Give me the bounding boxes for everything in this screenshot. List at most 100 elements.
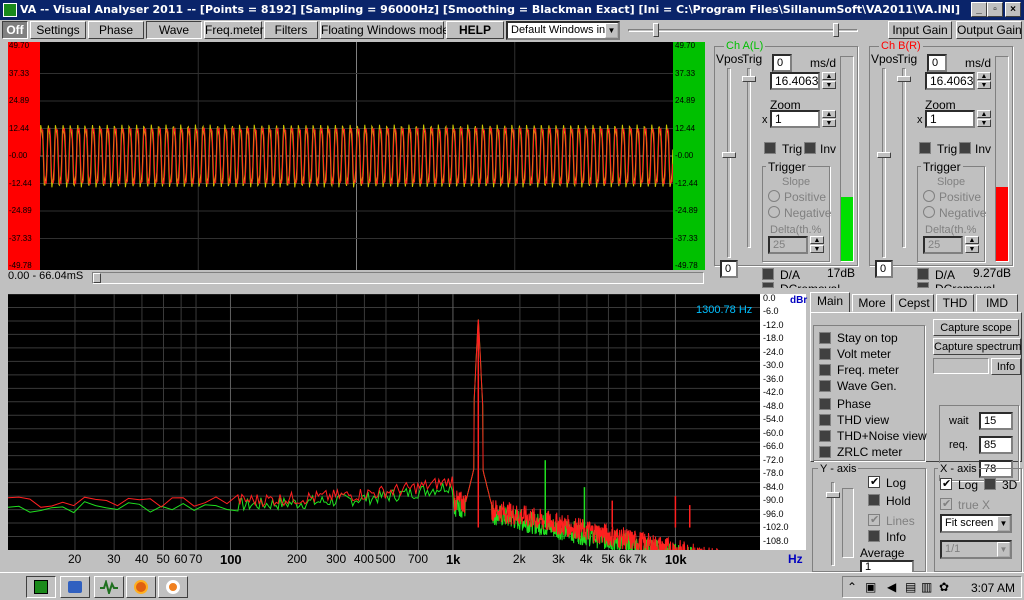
help-button[interactable]: HELP bbox=[446, 21, 504, 39]
3d-checkbox[interactable] bbox=[984, 478, 996, 490]
settings-task-icon[interactable] bbox=[158, 576, 188, 598]
option-checkbox[interactable] bbox=[819, 398, 831, 410]
monitor-icon[interactable]: ▣ bbox=[865, 580, 876, 594]
right-positive-radio[interactable] bbox=[923, 190, 935, 202]
tab-imd[interactable]: IMD bbox=[976, 294, 1018, 312]
y-log-checkbox[interactable]: ✔ bbox=[868, 476, 880, 488]
left-delta-field[interactable]: 25 bbox=[768, 236, 808, 254]
scope-scroll-thumb[interactable] bbox=[93, 273, 101, 283]
chevron-down-icon[interactable]: ▼ bbox=[605, 23, 618, 38]
capture-scope-button[interactable]: Capture scope bbox=[933, 319, 1019, 336]
left-vpos-slider[interactable] bbox=[722, 68, 736, 258]
gain-slider[interactable] bbox=[628, 23, 858, 37]
visual-analyser-task-icon[interactable] bbox=[26, 576, 56, 598]
right-da-checkbox[interactable] bbox=[917, 268, 929, 280]
spectrum-panel[interactable]: 0.0 -6.0 -12.0 -18.0 -24.0 -30.0 -36.0 -42.0 -48… bbox=[8, 293, 807, 570]
waveform-task-icon[interactable] bbox=[94, 576, 124, 598]
right-inv-checkbox[interactable] bbox=[959, 142, 971, 154]
chevron-down-icon[interactable]: ▼ bbox=[997, 542, 1010, 557]
left-zoom-up[interactable]: ▲ bbox=[822, 110, 836, 118]
explorer-task-icon[interactable] bbox=[60, 576, 90, 598]
tab-main[interactable]: Main bbox=[810, 292, 850, 313]
right-delta-up[interactable]: ▲ bbox=[965, 236, 979, 244]
freqmeter-button[interactable]: Freq.meter bbox=[204, 21, 264, 39]
scope-right-tick: 49.70 bbox=[675, 41, 696, 50]
right-dc-checkbox[interactable] bbox=[917, 282, 929, 288]
left-scale-up[interactable]: ▲ bbox=[822, 72, 836, 80]
left-scale-field[interactable]: 16.4063 bbox=[770, 72, 820, 90]
req-field[interactable]: 85 bbox=[979, 436, 1013, 454]
input-gain-button[interactable]: Input Gain bbox=[888, 21, 952, 39]
option-checkbox[interactable] bbox=[819, 430, 831, 442]
option-checkbox[interactable] bbox=[819, 446, 831, 458]
right-vpos-slider[interactable] bbox=[877, 68, 891, 258]
right-scale-field[interactable]: 16.4063 bbox=[925, 72, 975, 90]
tray-app-icon[interactable]: ✿ bbox=[939, 580, 949, 594]
scope-scrollbar[interactable] bbox=[92, 272, 704, 284]
capture-spectrum-button[interactable]: Capture spectrum bbox=[933, 338, 1021, 355]
right-scale-up[interactable]: ▲ bbox=[977, 72, 991, 80]
tab-more[interactable]: More bbox=[852, 294, 892, 312]
tab-thd[interactable]: THD bbox=[936, 294, 974, 312]
volume-icon[interactable]: ◀ bbox=[887, 580, 896, 594]
network-icon[interactable]: ▤ bbox=[905, 580, 916, 594]
scope-panel[interactable]: 49.70 37.33 24.89 12.44 -0.00 -12.44 -24.89 -37… bbox=[8, 41, 705, 270]
x-log-checkbox[interactable]: ✔ bbox=[940, 478, 952, 490]
right-delta-field[interactable]: 25 bbox=[923, 236, 963, 254]
hold-checkbox[interactable] bbox=[868, 494, 880, 506]
left-inv-checkbox[interactable] bbox=[804, 142, 816, 154]
close-button[interactable]: × bbox=[1005, 2, 1021, 17]
option-checkbox[interactable] bbox=[819, 364, 831, 376]
right-scale-down[interactable]: ▼ bbox=[977, 81, 991, 89]
floating-windows-button[interactable]: Floating Windows mode bbox=[320, 21, 449, 39]
right-msd-field[interactable]: 0 bbox=[927, 54, 947, 72]
right-zoom-field[interactable]: 1 bbox=[925, 110, 975, 128]
left-da-checkbox[interactable] bbox=[762, 268, 774, 280]
left-negative-radio[interactable] bbox=[768, 206, 780, 218]
true-x-checkbox[interactable]: ✔ bbox=[940, 498, 952, 510]
right-trig-slider[interactable] bbox=[897, 68, 911, 248]
right-zoom-down[interactable]: ▼ bbox=[977, 119, 991, 127]
right-negative-radio[interactable] bbox=[923, 206, 935, 218]
right-delta-down[interactable]: ▼ bbox=[965, 245, 979, 253]
settings-button[interactable]: Settings bbox=[30, 21, 86, 39]
filters-button[interactable]: Filters bbox=[264, 21, 318, 39]
off-button[interactable]: Off bbox=[2, 21, 28, 39]
left-dc-checkbox[interactable] bbox=[762, 282, 774, 288]
windows-select[interactable]: Default Windows inp ▼ bbox=[506, 21, 620, 40]
option-checkbox[interactable] bbox=[819, 380, 831, 392]
y-axis-slider[interactable] bbox=[826, 482, 840, 566]
output-gain-button[interactable]: Output Gain bbox=[956, 21, 1022, 39]
left-scale-down[interactable]: ▼ bbox=[822, 81, 836, 89]
left-zoom-field[interactable]: 1 bbox=[770, 110, 820, 128]
option-checkbox[interactable] bbox=[819, 348, 831, 360]
info-button[interactable]: Info bbox=[991, 358, 1021, 375]
right-zoom-up[interactable]: ▲ bbox=[977, 110, 991, 118]
phase-button[interactable]: Phase bbox=[88, 21, 144, 39]
right-trig-checkbox[interactable] bbox=[919, 142, 931, 154]
wave-button[interactable]: Wave bbox=[146, 21, 202, 39]
maximize-button[interactable]: ▫ bbox=[987, 2, 1003, 17]
fit-screen-select[interactable]: Fit screen ▼ bbox=[940, 514, 1012, 533]
chevron-up-icon[interactable]: ⌃ bbox=[847, 580, 857, 594]
left-trig-checkbox[interactable] bbox=[764, 142, 776, 154]
left-delta-down[interactable]: ▼ bbox=[810, 245, 824, 253]
firefox-task-icon[interactable] bbox=[126, 576, 156, 598]
wait-field[interactable]: 15 bbox=[979, 412, 1013, 430]
option-checkbox[interactable] bbox=[819, 332, 831, 344]
left-zoom-down[interactable]: ▼ bbox=[822, 119, 836, 127]
printer-icon[interactable]: ▥ bbox=[921, 580, 932, 594]
left-pos-field[interactable]: 0 bbox=[720, 260, 738, 278]
left-positive-radio[interactable] bbox=[768, 190, 780, 202]
lines-checkbox[interactable]: ✔ bbox=[868, 514, 880, 526]
tab-cepst[interactable]: Cepst bbox=[894, 294, 934, 312]
minimize-button[interactable]: _ bbox=[971, 2, 987, 17]
option-checkbox[interactable] bbox=[819, 414, 831, 426]
ratio-select[interactable]: 1/1 ▼ bbox=[940, 540, 1012, 559]
left-delta-up[interactable]: ▲ bbox=[810, 236, 824, 244]
left-trig-slider[interactable] bbox=[742, 68, 756, 248]
left-msd-field[interactable]: 0 bbox=[772, 54, 792, 72]
chevron-down-icon[interactable]: ▼ bbox=[997, 516, 1010, 531]
y-info-checkbox[interactable] bbox=[868, 530, 880, 542]
right-pos-field[interactable]: 0 bbox=[875, 260, 893, 278]
